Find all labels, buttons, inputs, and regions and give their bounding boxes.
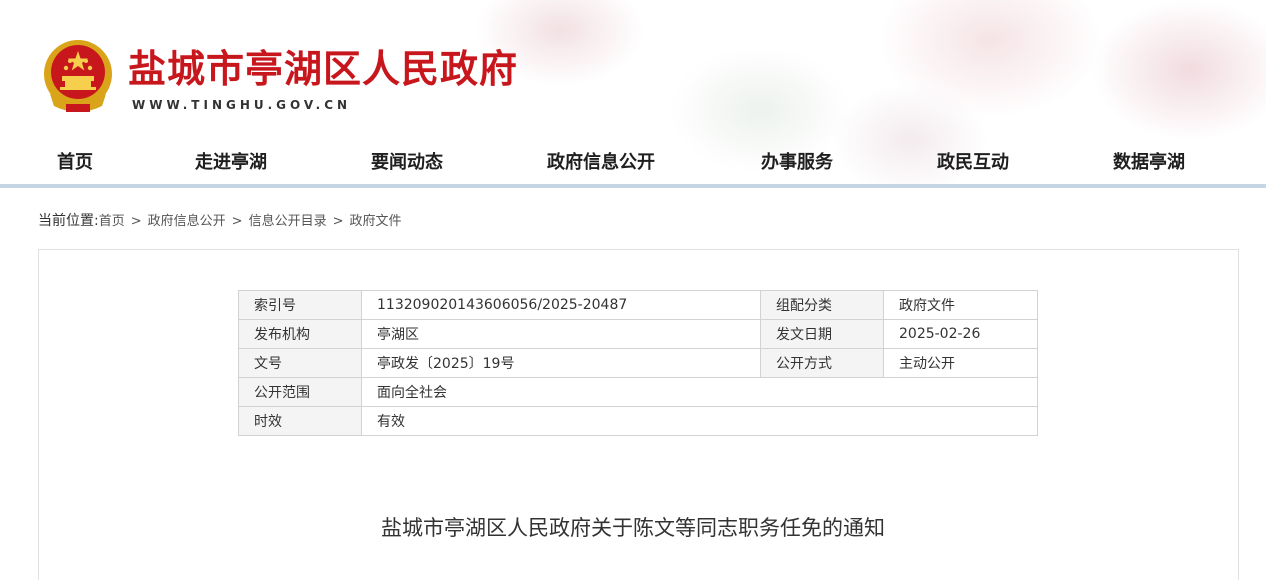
breadcrumb-item-home[interactable]: 首页 — [99, 214, 125, 229]
breadcrumb-item-gov-docs[interactable]: 政府文件 — [349, 214, 401, 229]
scope-value: 面向全社会 — [361, 377, 1038, 407]
nav-item-data-tinghu[interactable]: 数据亭湖 — [1113, 148, 1185, 174]
breadcrumb-separator: > — [332, 214, 344, 229]
nav-item-services[interactable]: 办事服务 — [761, 148, 833, 174]
breadcrumb-lead: 当前位置: — [38, 213, 99, 229]
main-nav: 首页 走进亭湖 要闻动态 政府信息公开 办事服务 政民互动 数据亭湖 — [0, 140, 1266, 184]
table-row: 时效 有效 — [238, 406, 1038, 436]
table-row: 发布机构 亭湖区 发文日期 2025-02-26 — [238, 319, 1038, 349]
issuer-value: 亭湖区 — [361, 319, 761, 349]
document-title: 盐城市亭湖区人民政府关于陈文等同志职务任免的通知 — [381, 516, 885, 540]
scope-label: 公开范围 — [238, 377, 362, 407]
nav-item-about-tinghu[interactable]: 走进亭湖 — [195, 148, 267, 174]
disclosure-label: 公开方式 — [760, 348, 884, 378]
date-label: 发文日期 — [760, 319, 884, 349]
nav-item-home[interactable]: 首页 — [57, 148, 93, 174]
doc-no-label: 文号 — [238, 348, 362, 378]
table-row: 公开范围 面向全社会 — [238, 377, 1038, 407]
index-no-label: 索引号 — [238, 290, 362, 320]
table-row: 索引号 113209020143606056/2025-20487 组配分类 政… — [238, 290, 1038, 320]
validity-value: 有效 — [361, 406, 1038, 436]
category-value: 政府文件 — [883, 290, 1038, 320]
nav-item-news[interactable]: 要闻动态 — [371, 148, 443, 174]
breadcrumb-separator: > — [231, 214, 243, 229]
breadcrumb: 当前位置:首页 > 政府信息公开 > 信息公开目录 > 政府文件 — [38, 210, 402, 230]
nav-divider — [0, 184, 1266, 188]
validity-label: 时效 — [238, 406, 362, 436]
disclosure-value: 主动公开 — [883, 348, 1038, 378]
issuer-label: 发布机构 — [238, 319, 362, 349]
nav-item-gov-info-disclosure[interactable]: 政府信息公开 — [547, 148, 655, 174]
breadcrumb-item-gov-info[interactable]: 政府信息公开 — [148, 214, 226, 229]
nav-item-interaction[interactable]: 政民互动 — [937, 148, 1009, 174]
category-label: 组配分类 — [760, 290, 884, 320]
breadcrumb-item-catalog[interactable]: 信息公开目录 — [249, 214, 327, 229]
index-no-value: 113209020143606056/2025-20487 — [361, 290, 761, 320]
doc-no-value: 亭政发〔2025〕19号 — [361, 348, 761, 378]
document-meta-table: 索引号 113209020143606056/2025-20487 组配分类 政… — [238, 290, 1038, 436]
breadcrumb-separator: > — [130, 214, 142, 229]
national-emblem-icon[interactable] — [40, 38, 116, 116]
date-value: 2025-02-26 — [883, 319, 1038, 349]
site-title[interactable]: 盐城市亭湖区人民政府 — [128, 38, 518, 93]
site-url: WWW.TINGHU.GOV.CN — [132, 98, 352, 112]
site-header: 盐城市亭湖区人民政府 WWW.TINGHU.GOV.CN 首页 走进亭湖 要闻动… — [0, 0, 1266, 188]
table-row: 文号 亭政发〔2025〕19号 公开方式 主动公开 — [238, 348, 1038, 378]
